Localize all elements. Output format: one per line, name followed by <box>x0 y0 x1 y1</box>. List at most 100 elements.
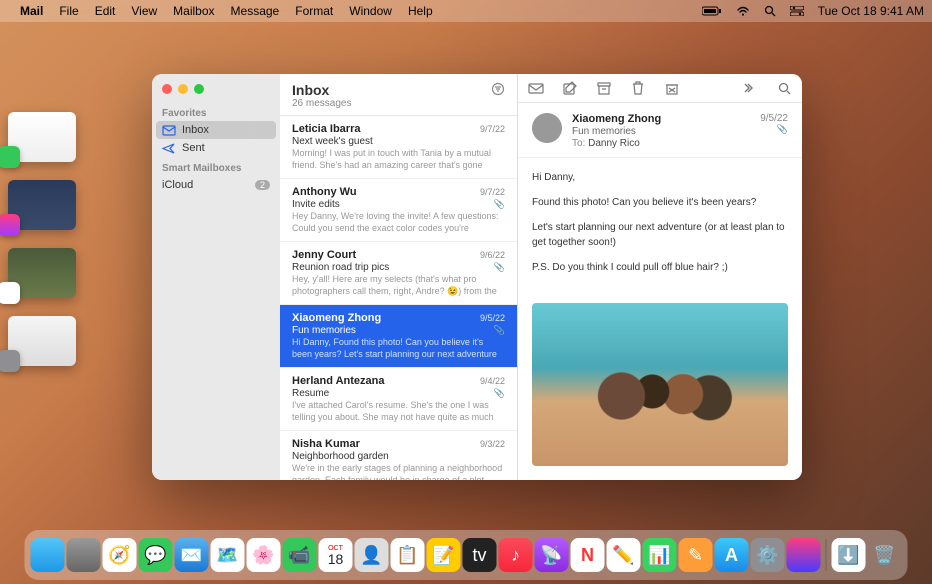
msg-date: 9/5/22 <box>480 313 505 323</box>
dock-photos[interactable]: 🌸 <box>247 538 281 572</box>
dock-downloads[interactable]: ⬇️ <box>832 538 866 572</box>
dock-shortcuts[interactable] <box>787 538 821 572</box>
dock-finder[interactable] <box>31 538 65 572</box>
msg-subject: Fun memories <box>292 325 356 336</box>
message-row[interactable]: Herland Antezana9/4/22Resume📎I've attach… <box>280 368 517 431</box>
message-row[interactable]: Nisha Kumar9/3/22Neighborhood gardenWe'r… <box>280 431 517 480</box>
msg-sender: Nisha Kumar <box>292 438 360 450</box>
minimize-button[interactable] <box>178 84 188 94</box>
stage-thumb-settings[interactable] <box>8 316 76 366</box>
msg-preview: Hey Danny, We're loving the invite! A fe… <box>292 211 505 233</box>
msg-sender: Xiaomeng Zhong <box>292 312 381 324</box>
menu-format[interactable]: Format <box>295 4 333 18</box>
dock-tv[interactable]: tv <box>463 538 497 572</box>
message-row[interactable]: Anthony Wu9/7/22Invite edits📎Hey Danny, … <box>280 179 517 242</box>
search-icon[interactable] <box>776 81 792 95</box>
stage-thumb-shortcuts[interactable] <box>8 180 76 230</box>
menu-window[interactable]: Window <box>349 4 392 18</box>
messages-icon <box>0 146 20 168</box>
zoom-button[interactable] <box>194 84 204 94</box>
archive-box-icon[interactable] <box>596 81 612 95</box>
filter-icon[interactable] <box>491 82 505 96</box>
reader-subject: Fun memories <box>572 126 750 137</box>
msg-preview: We're in the early stages of planning a … <box>292 463 505 480</box>
junk-icon[interactable] <box>664 81 680 95</box>
battery-icon[interactable] <box>702 6 722 16</box>
message-count: 26 messages <box>292 98 351 109</box>
reader-body: Hi Danny, Found this photo! Can you belie… <box>518 158 802 297</box>
message-list-header: Inbox 26 messages <box>280 74 517 116</box>
dock-mail[interactable]: ✉️ <box>175 538 209 572</box>
mail-sidebar: Favorites Inbox Sent Smart Mailboxes iCl… <box>152 74 280 480</box>
archive-icon[interactable] <box>528 81 544 95</box>
dock-music[interactable]: ♪ <box>499 538 533 572</box>
more-icon[interactable] <box>742 81 758 95</box>
settings-icon <box>0 350 20 372</box>
dock-safari[interactable]: 🧭 <box>103 538 137 572</box>
dock-freeform[interactable]: ✏️ <box>607 538 641 572</box>
dock-notes[interactable]: 📝 <box>427 538 461 572</box>
message-row[interactable]: Jenny Court9/6/22Reunion road trip pics📎… <box>280 242 517 305</box>
stage-thumb-safari[interactable] <box>8 248 76 298</box>
dock-calendar[interactable]: OCT18 <box>319 538 353 572</box>
stage-thumb-messages[interactable] <box>8 112 76 162</box>
dock-messages[interactable]: 💬 <box>139 538 173 572</box>
close-button[interactable] <box>162 84 172 94</box>
dock-maps[interactable]: 🗺️ <box>211 538 245 572</box>
reader-toolbar <box>518 74 802 103</box>
msg-preview: I've attached Carol's resume. She's the … <box>292 400 505 422</box>
dock-numbers[interactable]: 📊 <box>643 538 677 572</box>
window-controls <box>152 74 280 102</box>
msg-sender: Jenny Court <box>292 249 356 261</box>
attachment-icon: 📎 <box>494 199 505 210</box>
compose-icon[interactable] <box>562 81 578 95</box>
menu-edit[interactable]: Edit <box>95 4 116 18</box>
attachment-icon: 📎 <box>760 124 788 135</box>
dock-appstore[interactable]: A <box>715 538 749 572</box>
msg-preview: Hey, y'all! Here are my selects (that's … <box>292 274 505 296</box>
body-paragraph: Hi Danny, <box>532 170 788 185</box>
message-list: Inbox 26 messages Leticia Ibarra9/7/22Ne… <box>280 74 518 480</box>
datetime[interactable]: Tue Oct 18 9:41 AM <box>818 4 924 18</box>
sidebar-item-inbox[interactable]: Inbox <box>156 121 276 139</box>
reader-date: 9/5/22 <box>760 113 788 124</box>
sidebar-item-sent[interactable]: Sent <box>152 139 280 157</box>
reader-pane: Xiaomeng Zhong Fun memories To: Danny Ri… <box>518 74 802 480</box>
app-name[interactable]: Mail <box>20 4 43 18</box>
mail-window: Favorites Inbox Sent Smart Mailboxes iCl… <box>152 74 802 480</box>
menu-file[interactable]: File <box>59 4 78 18</box>
msg-subject: Invite edits <box>292 199 340 210</box>
inbox-title: Inbox <box>292 82 351 98</box>
dock-launchpad[interactable] <box>67 538 101 572</box>
message-row[interactable]: Leticia Ibarra9/7/22Next week's guestMor… <box>280 116 517 179</box>
wifi-icon[interactable] <box>736 6 750 16</box>
dock-podcasts[interactable]: 📡 <box>535 538 569 572</box>
sidebar-item-icloud[interactable]: iCloud 2 <box>152 176 280 194</box>
message-row[interactable]: Xiaomeng Zhong9/5/22Fun memories📎Hi Dann… <box>280 305 517 368</box>
menu-message[interactable]: Message <box>231 4 280 18</box>
body-paragraph: Found this photo! Can you believe it's b… <box>532 195 788 210</box>
menu-help[interactable]: Help <box>408 4 433 18</box>
spotlight-icon[interactable] <box>764 5 776 17</box>
dock-settings[interactable]: ⚙️ <box>751 538 785 572</box>
body-paragraph: P.S. Do you think I could pull off blue … <box>532 260 788 275</box>
dock-news[interactable]: N <box>571 538 605 572</box>
dock-trash[interactable]: 🗑️ <box>868 538 902 572</box>
dock-facetime[interactable]: 📹 <box>283 538 317 572</box>
email-photo-attachment[interactable] <box>532 303 788 466</box>
dock-separator <box>826 539 827 571</box>
menu-view[interactable]: View <box>131 4 157 18</box>
dock-contacts[interactable]: 👤 <box>355 538 389 572</box>
to-label: To: <box>572 138 585 149</box>
avatar <box>532 113 562 143</box>
inbox-icon <box>162 125 176 136</box>
dock-reminders[interactable]: 📋 <box>391 538 425 572</box>
control-center-icon[interactable] <box>790 6 804 16</box>
trash-icon[interactable] <box>630 81 646 95</box>
icloud-label: iCloud <box>162 179 193 191</box>
msg-subject: Next week's guest <box>292 136 373 147</box>
sent-icon <box>162 143 176 154</box>
msg-date: 9/3/22 <box>480 439 505 449</box>
dock-pages[interactable]: ✎ <box>679 538 713 572</box>
menu-mailbox[interactable]: Mailbox <box>173 4 214 18</box>
